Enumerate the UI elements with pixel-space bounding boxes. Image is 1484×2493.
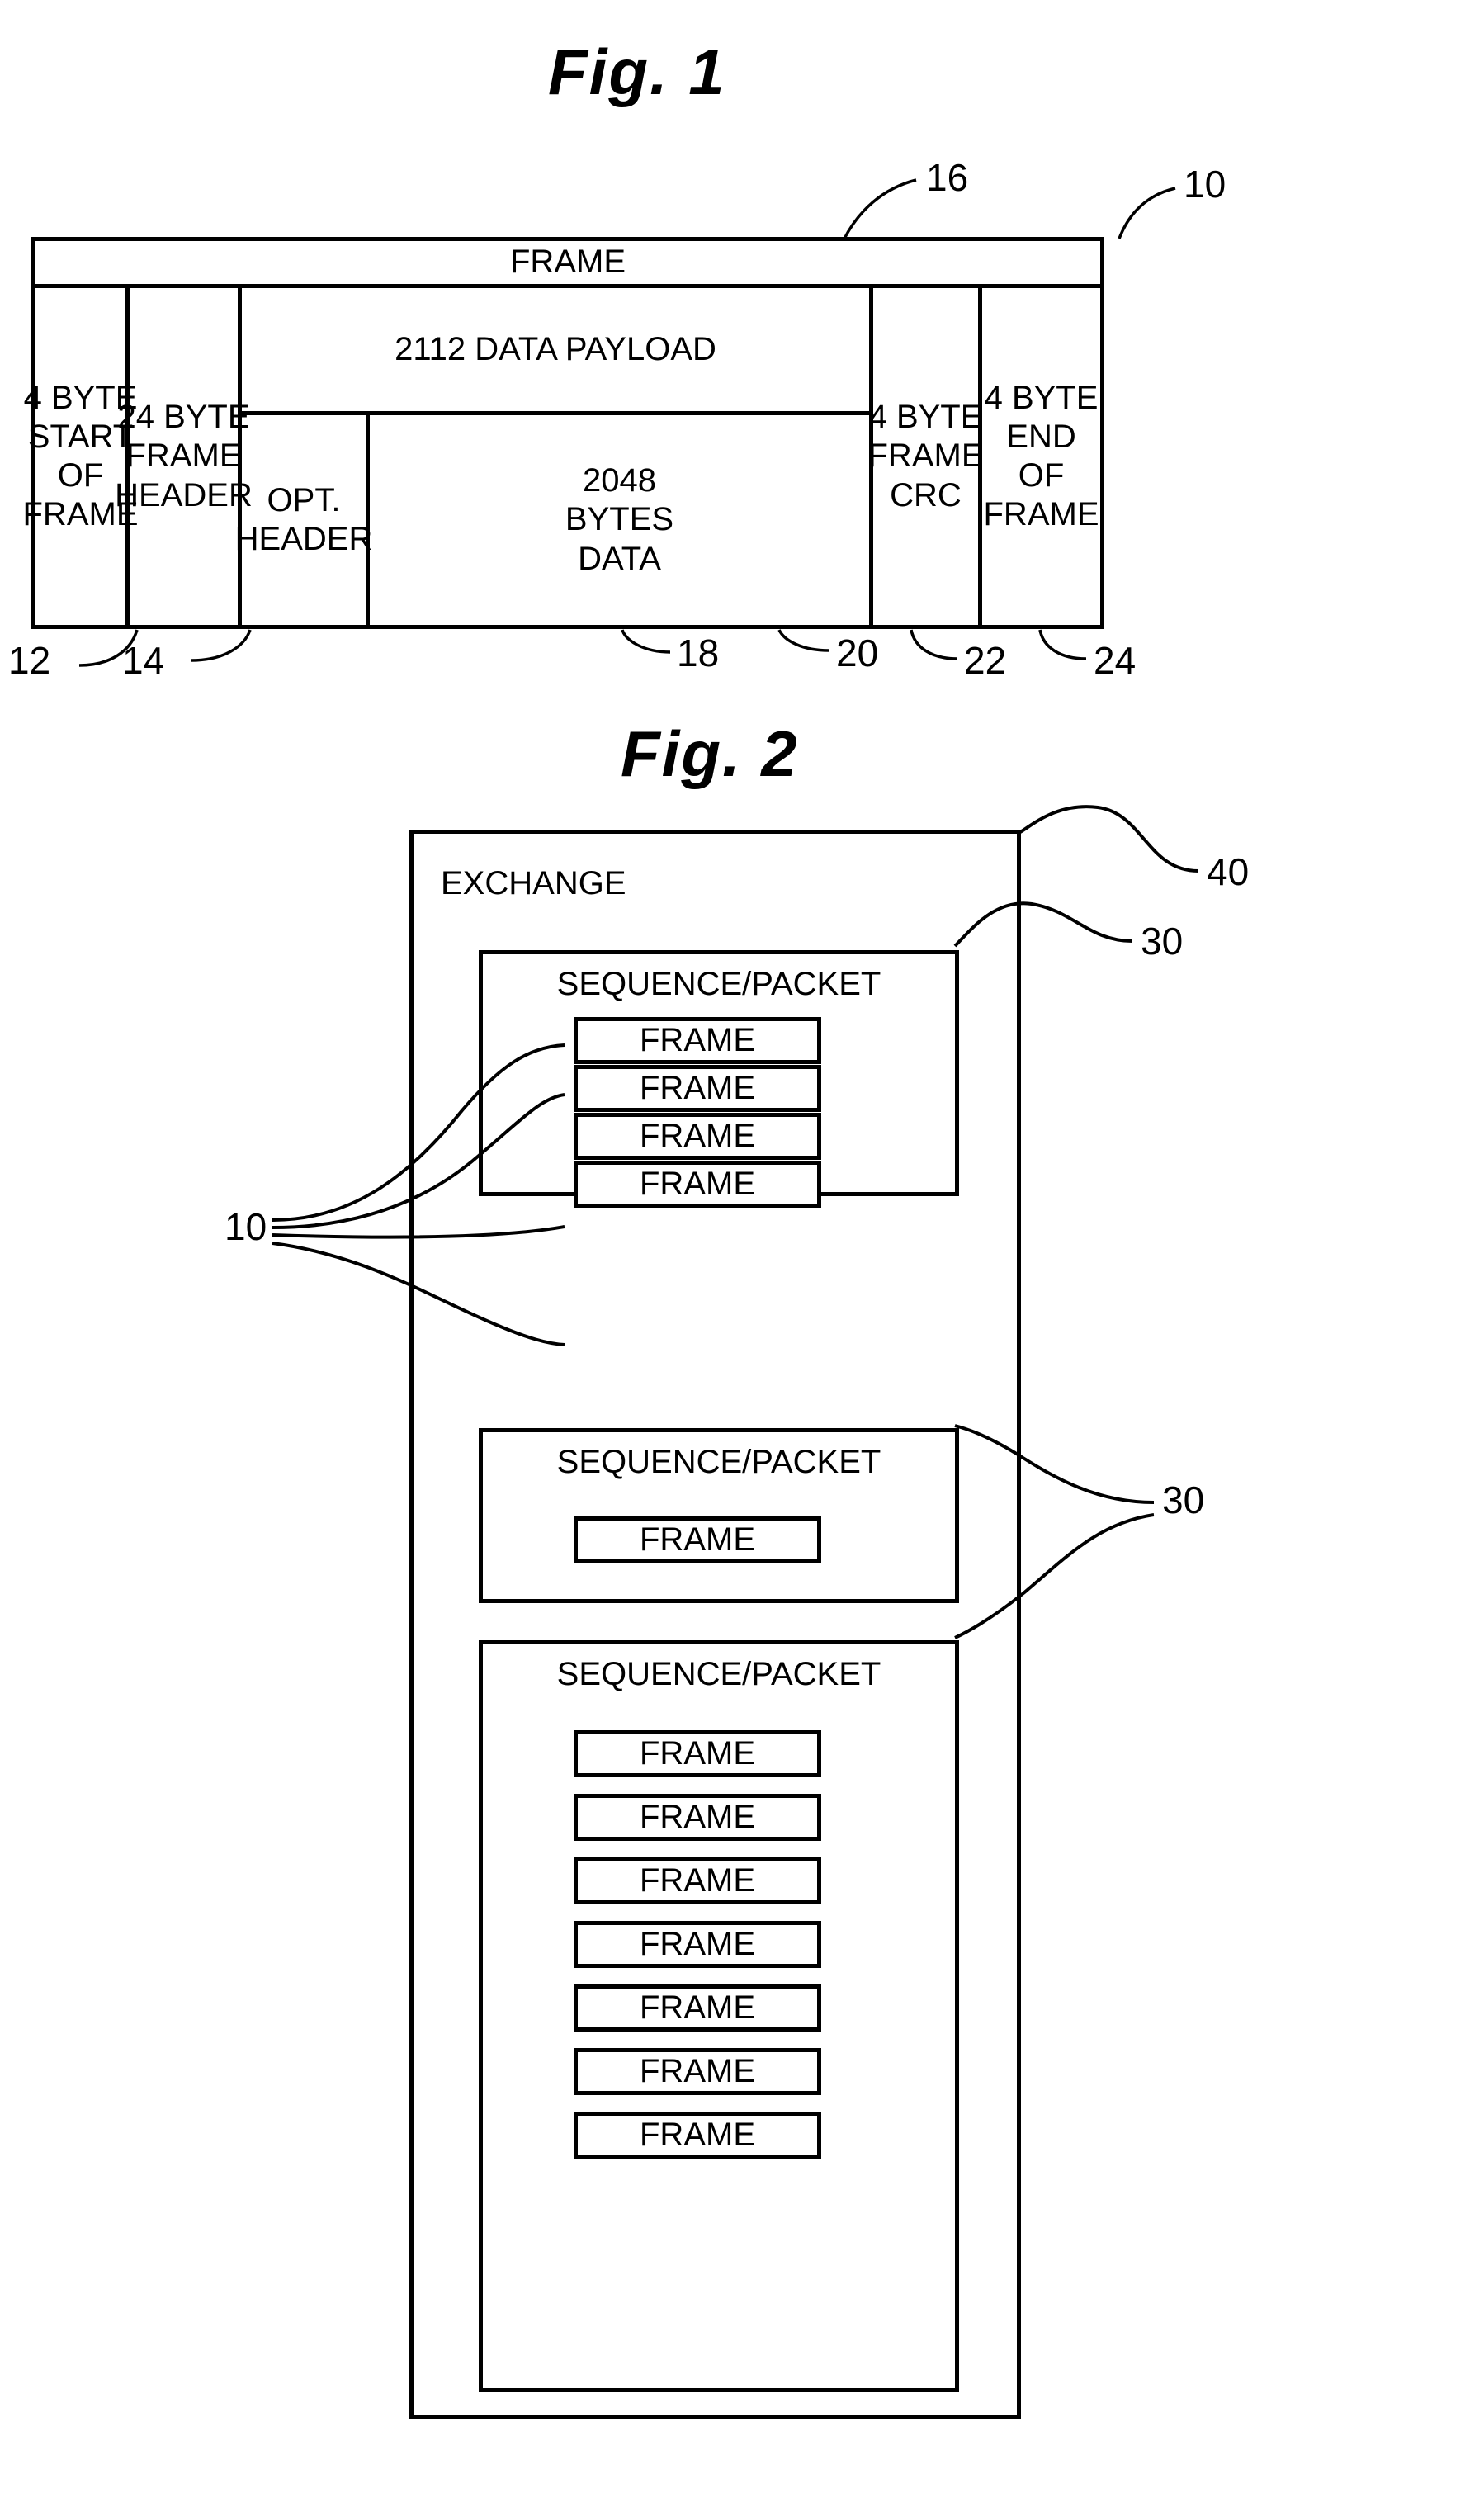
fig1-ref-18-opt-header: 18 [677,632,720,674]
fig1-ref-14-frame-header: 14 [122,639,165,682]
figure-2-title: Fig. 2 [621,717,799,790]
fig2-ref-10-frames: 10 [224,1205,267,1248]
leader-line-16 [842,178,917,241]
leader-line-22 [910,629,958,660]
fig2-ref-40-exchange: 40 [1207,850,1250,893]
fig2-ref-30-sequence-mid: 30 [1162,1478,1205,1521]
fig1-cell-opt-header: OPT. HEADER [235,415,372,625]
leader-line-40 [1018,805,1199,873]
fig2-sequence-packet-box-3: SEQUENCE/PACKET FRAME FRAME FRAME FRAME … [479,1640,959,2392]
fig2-frame-box: FRAME [574,1065,821,1112]
fig2-frame-box: FRAME [574,1984,821,2032]
leader-line-24 [1038,629,1087,660]
fig1-cell-frame-crc: 4 BYTE FRAME CRC [868,288,984,625]
fig1-field-row: 4 BYTE START OF FRAME 24 BYTE FRAME HEAD… [23,288,1100,625]
fig1-cell-frame-crc-label: 4 BYTE FRAME CRC [867,399,984,513]
fig1-ref-16-payload: 16 [926,156,969,199]
fig2-sequence-packet-label-1: SEQUENCE/PACKET [556,966,881,1002]
fig2-frame-box: FRAME [574,1794,821,1841]
fig1-cell-bytes-data-label: 2048 BYTES DATA [565,462,674,577]
fig2-frame-box: FRAME [574,1017,821,1064]
fig1-cell-frame-header: 24 BYTE FRAME HEADER [115,288,253,625]
fig2-frame-box: FRAME [574,2048,821,2095]
fig2-frame-box: FRAME [574,1857,821,1904]
fig2-frame-box: FRAME [574,2112,821,2159]
fig1-cell-data-payload: 2112 DATA PAYLOAD OPT. HEADER 2048 BYTES… [235,288,873,625]
fig1-ref-22-frame-crc: 22 [964,639,1007,682]
leader-line-14 [191,629,252,662]
fig2-frame-box: FRAME [574,1516,821,1563]
fig2-exchange-label: EXCHANGE [441,865,626,901]
fig1-frame-diagram: FRAME 4 BYTE START OF FRAME 24 BYTE FRAM… [23,237,1104,629]
fig2-sequence-packet-box-2: SEQUENCE/PACKET FRAME [479,1428,959,1603]
fig2-frame-box: FRAME [574,1161,821,1208]
fig1-cell-opt-header-label: OPT. HEADER [234,481,373,557]
fig1-ref-24-end-of-frame: 24 [1094,639,1137,682]
fig2-sequence-packet-label-3: SEQUENCE/PACKET [556,1656,881,1692]
fig1-frame-header-row: FRAME [35,241,1100,288]
fig2-exchange-box: EXCHANGE SEQUENCE/PACKET FRAME FRAME FRA… [409,830,1021,2419]
leader-line-18 [621,629,671,654]
fig2-frame-box: FRAME [574,1730,821,1777]
fig2-sequence-packet-box-1: SEQUENCE/PACKET FRAME FRAME FRAME FRAME [479,950,959,1208]
fig1-payload-subfields: OPT. HEADER 2048 BYTES DATA [235,415,869,625]
fig1-cell-end-of-frame: 4 BYTE END OF FRAME [982,288,1100,625]
fig2-sequence-packet-label-2: SEQUENCE/PACKET [556,1444,881,1480]
fig1-cell-end-of-frame-label: 4 BYTE END OF FRAME [983,379,1099,533]
fig1-ref-12-start-of-frame: 12 [8,639,51,682]
fig1-ref-20-bytes-data: 20 [836,632,879,674]
fig2-ref-30-sequence-top: 30 [1141,920,1184,963]
leader-line-20 [777,629,829,652]
fig1-frame-label: FRAME [510,244,626,281]
fig2-frame-box: FRAME [574,1113,821,1160]
figure-1-title: Fig. 1 [548,35,726,108]
leader-line-10-fig1 [1118,187,1176,239]
fig1-payload-title-cell: 2112 DATA PAYLOAD [242,288,869,415]
fig1-ref-10-frame: 10 [1184,163,1226,206]
fig1-payload-title-label: 2112 DATA PAYLOAD [395,330,716,367]
fig2-frame-box: FRAME [574,1921,821,1968]
fig1-cell-bytes-data: 2048 BYTES DATA [370,415,869,625]
fig1-cell-frame-header-label: 24 BYTE FRAME HEADER [115,399,253,513]
